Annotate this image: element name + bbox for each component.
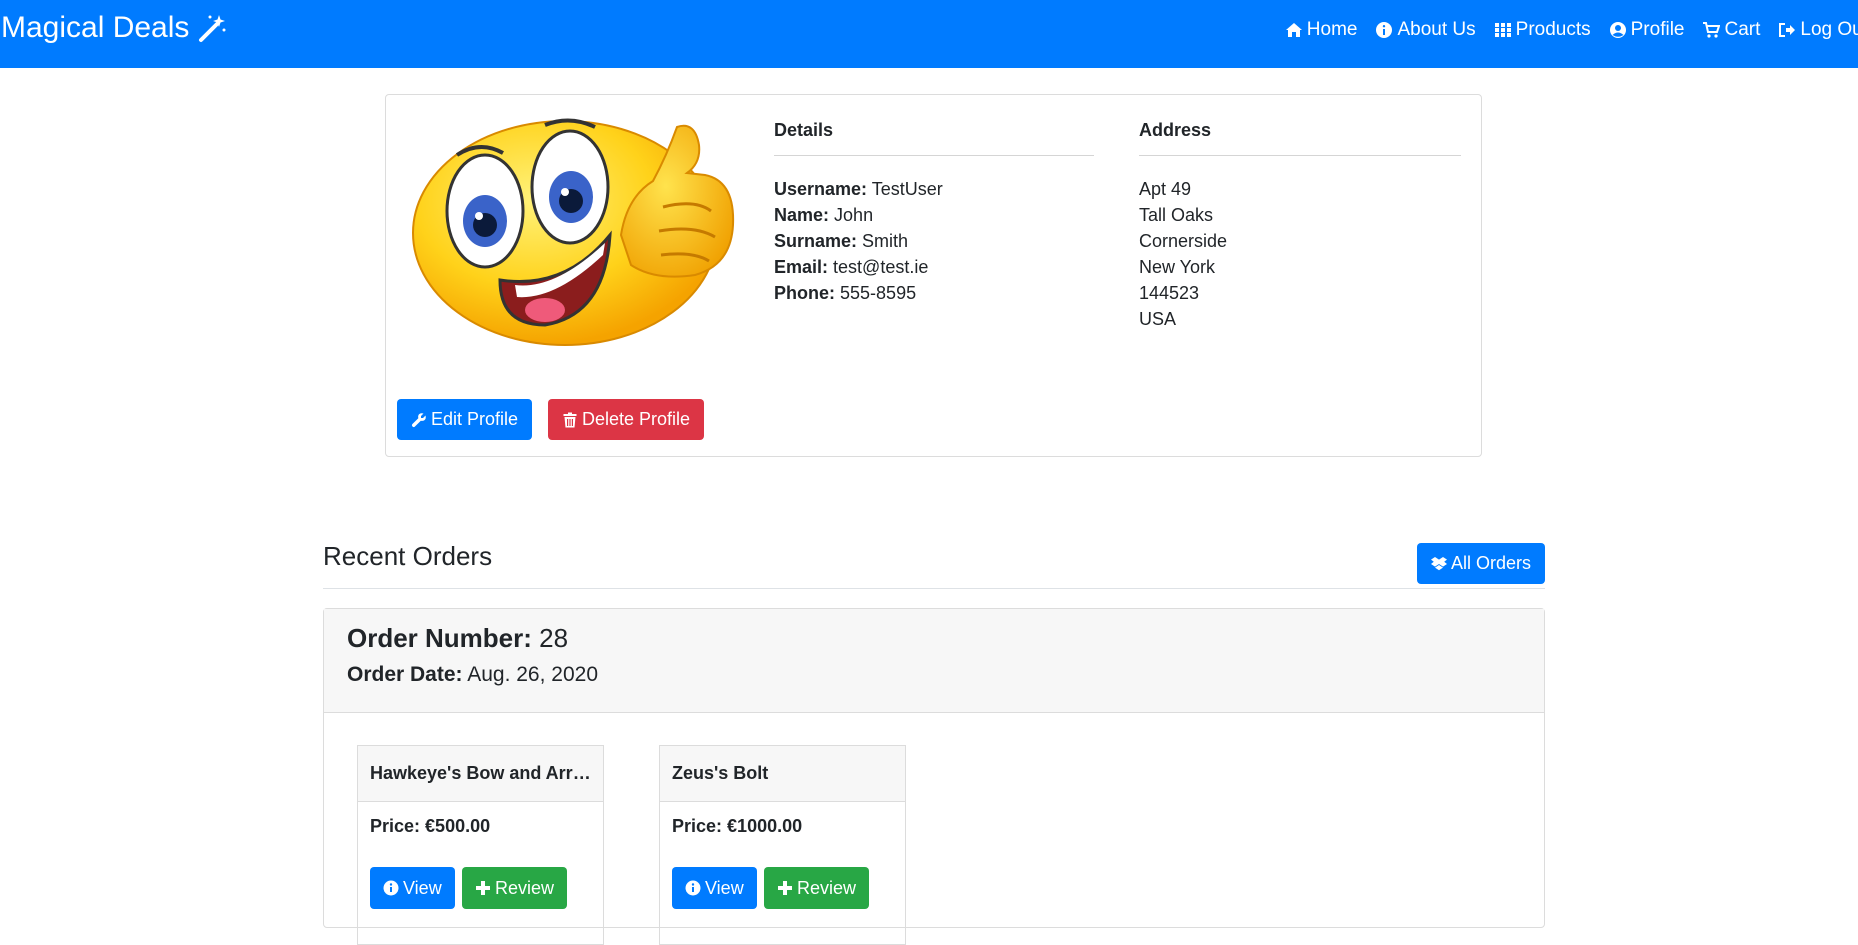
order-number-label: Order Number: [347, 623, 532, 653]
item-name: Zeus's Bolt [660, 746, 905, 802]
review-item-label: Review [797, 877, 857, 898]
nav-products[interactable]: Products [1494, 19, 1591, 41]
nav-links: Home About Us Products Profile Cart Log … [1267, 19, 1858, 41]
order-date-label: Order Date: [347, 663, 463, 686]
delete-profile-button[interactable]: Delete Profile [548, 399, 705, 440]
info-icon [1376, 22, 1393, 38]
all-orders-label: All Orders [1451, 553, 1532, 573]
address-line: Cornerside [1139, 231, 1228, 251]
address-line: Apt 49 [1139, 179, 1192, 199]
view-item-label: View [403, 877, 442, 898]
order-card: Order Number: 28 Order Date: Aug. 26, 20… [323, 608, 1545, 945]
nav-logout[interactable]: Log Out [1778, 19, 1858, 41]
detail-email: Email: test@test.ie [774, 254, 1094, 280]
address-line: USA [1139, 309, 1177, 329]
detail-username: Username: TestUser [774, 176, 1094, 202]
order-number: Order Number: 28 [347, 623, 568, 654]
order-date: Order Date: Aug. 26, 2020 [347, 663, 598, 687]
address-line: 144523 [1139, 283, 1200, 303]
wrench-icon [411, 412, 426, 427]
detail-value: John [834, 205, 874, 225]
dropbox-icon [1431, 556, 1447, 570]
top-navbar: Magical Deals Home About Us Products Pro… [0, 0, 1858, 68]
nav-logout-label: Log Out [1800, 19, 1858, 40]
detail-value: 555-8595 [840, 283, 917, 303]
item-price-value: €1000.00 [727, 816, 803, 836]
nav-profile[interactable]: Profile [1609, 19, 1685, 41]
profile-card: Details Username: TestUser Name: John Su… [385, 94, 1482, 457]
details-title: Details [774, 120, 834, 140]
info-icon [383, 880, 399, 896]
review-item-button[interactable]: Review [462, 867, 568, 909]
nav-about-label: About Us [1397, 19, 1476, 40]
info-icon [685, 880, 701, 896]
detail-phone: Phone: 555-8595 [774, 280, 1094, 306]
nav-cart[interactable]: Cart [1702, 19, 1760, 41]
plus-icon [476, 881, 490, 895]
address-line: Tall Oaks [1139, 205, 1214, 225]
user-circle-icon [1609, 22, 1626, 38]
item-price-label: Price: [672, 816, 723, 836]
brand-logo[interactable]: Magical Deals [1, 11, 227, 45]
item-price-label: Price: [370, 816, 421, 836]
address-line: New York [1139, 257, 1216, 277]
detail-label: Name: [774, 205, 830, 225]
brand-name: Magical Deals [1, 11, 190, 44]
review-item-label: Review [495, 877, 555, 898]
details-divider [774, 155, 1094, 156]
order-item-card: Zeus's Bolt Price: €1000.00 View Review [659, 745, 906, 945]
order-date-value: Aug. 26, 2020 [467, 663, 598, 686]
detail-value: Smith [862, 231, 909, 251]
detail-value: TestUser [871, 179, 943, 199]
detail-label: Phone: [774, 283, 835, 303]
recent-orders-title: Recent Orders [323, 541, 493, 571]
edit-profile-button[interactable]: Edit Profile [397, 399, 533, 440]
logout-icon [1779, 23, 1796, 37]
nav-about-us[interactable]: About Us [1375, 19, 1476, 41]
review-item-button[interactable]: Review [764, 867, 870, 909]
detail-name: Name: John [774, 202, 1094, 228]
detail-label: Surname: [774, 231, 858, 251]
item-price: Price: €1000.00 [660, 816, 905, 837]
view-item-button[interactable]: View [672, 867, 757, 909]
all-orders-button[interactable]: All Orders [1417, 543, 1546, 584]
detail-surname: Surname: Smith [774, 228, 1094, 254]
nav-home[interactable]: Home [1285, 19, 1358, 41]
address-title: Address [1139, 120, 1212, 140]
order-header: Order Number: 28 Order Date: Aug. 26, 20… [324, 609, 1544, 713]
order-number-value: 28 [539, 623, 569, 653]
address-section: Address Apt 49 Tall Oaks Cornerside New … [1139, 117, 1461, 332]
trash-icon [563, 412, 577, 427]
detail-label: Email: [774, 257, 829, 277]
item-name: Hawkeye's Bow and Arrow [358, 746, 603, 802]
delete-profile-label: Delete Profile [582, 409, 691, 429]
nav-home-label: Home [1306, 19, 1358, 40]
view-item-label: View [705, 877, 744, 898]
grid-icon [1494, 23, 1511, 37]
order-item-card: Hawkeye's Bow and Arrow Price: €500.00 V… [357, 745, 604, 945]
nav-cart-label: Cart [1724, 19, 1761, 40]
item-price: Price: €500.00 [358, 816, 603, 837]
edit-profile-label: Edit Profile [431, 409, 519, 429]
magic-wand-icon [199, 15, 226, 42]
nav-products-label: Products [1515, 19, 1591, 40]
thumbs-up-emoji-avatar [412, 118, 735, 346]
nav-profile-label: Profile [1630, 19, 1685, 40]
address-divider [1139, 155, 1461, 156]
details-section: Details Username: TestUser Name: John Su… [774, 117, 1094, 306]
detail-value: test@test.ie [833, 257, 929, 277]
item-price-value: €500.00 [425, 816, 491, 836]
view-item-button[interactable]: View [370, 867, 455, 909]
home-icon [1285, 23, 1302, 37]
detail-label: Username: [774, 179, 868, 199]
orders-divider [323, 588, 1545, 589]
plus-icon [778, 881, 792, 895]
cart-icon [1703, 22, 1721, 38]
